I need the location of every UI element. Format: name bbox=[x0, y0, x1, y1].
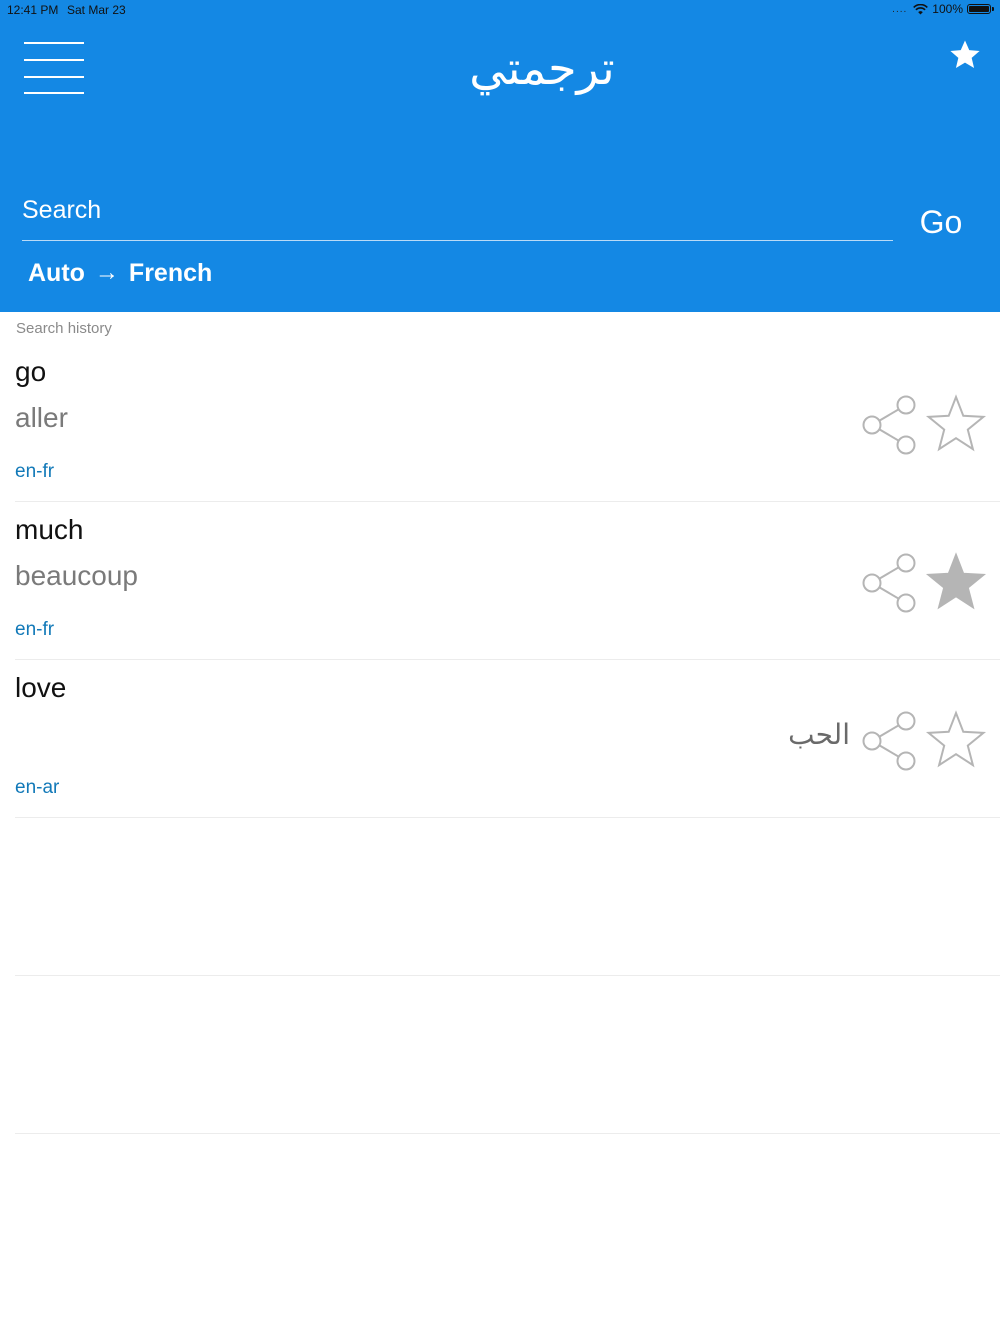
language-selector[interactable]: Auto → French bbox=[28, 256, 212, 290]
battery-percent: 100% bbox=[932, 2, 963, 16]
source-word: love bbox=[15, 672, 67, 703]
search-input[interactable] bbox=[22, 190, 882, 230]
star-outline-icon[interactable] bbox=[925, 710, 987, 772]
history-list: go aller en-fr much beaucoup en-fr love … bbox=[0, 344, 1000, 1134]
status-time: 12:41 PM bbox=[7, 3, 59, 17]
empty-row bbox=[15, 818, 1000, 976]
status-indicators: .... 100% bbox=[892, 2, 994, 16]
empty-row bbox=[15, 976, 1000, 1134]
share-icon[interactable] bbox=[860, 552, 920, 614]
app-title: ترجمتي bbox=[469, 41, 615, 95]
source-word: go bbox=[15, 356, 47, 387]
status-date: Sat Mar 23 bbox=[67, 3, 126, 17]
translation-word: aller bbox=[15, 402, 68, 433]
source-language[interactable]: Auto bbox=[28, 259, 85, 288]
favorites-star-icon[interactable] bbox=[948, 38, 982, 72]
status-bar: 12:41 PM Sat Mar 23 .... 100% bbox=[0, 0, 1000, 20]
history-row[interactable]: much beaucoup en-fr bbox=[15, 502, 1000, 660]
signal-icon: .... bbox=[892, 3, 908, 15]
translation-word: الحب bbox=[788, 718, 850, 751]
app-header: 12:41 PM Sat Mar 23 .... 100% ترجمتي Go bbox=[0, 0, 1000, 312]
history-row[interactable]: go aller en-fr bbox=[15, 344, 1000, 502]
battery-icon bbox=[967, 4, 994, 14]
search-history-label: Search history bbox=[16, 320, 112, 337]
history-row[interactable]: love الحب en-ar bbox=[15, 660, 1000, 818]
star-filled-icon[interactable] bbox=[925, 552, 987, 614]
language-pair: en-fr bbox=[15, 619, 55, 640]
share-icon[interactable] bbox=[860, 710, 920, 772]
menu-button[interactable] bbox=[24, 42, 84, 96]
target-language[interactable]: French bbox=[129, 259, 212, 288]
language-pair: en-ar bbox=[15, 777, 60, 798]
source-word: much bbox=[15, 514, 84, 545]
search-field bbox=[22, 186, 893, 241]
star-outline-icon[interactable] bbox=[925, 394, 987, 456]
share-icon[interactable] bbox=[860, 394, 920, 456]
go-button[interactable]: Go bbox=[904, 198, 978, 246]
wifi-icon bbox=[913, 3, 929, 14]
language-pair: en-fr bbox=[15, 461, 55, 482]
arrow-right-icon: → bbox=[94, 259, 119, 286]
translation-word: beaucoup bbox=[15, 560, 139, 591]
